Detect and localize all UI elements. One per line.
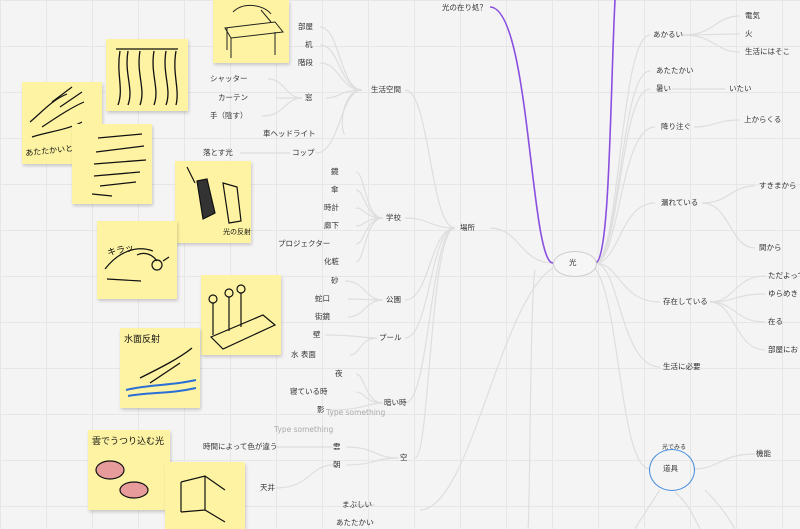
- sticky-note-kira[interactable]: キラッ: [97, 221, 177, 299]
- node-necessary[interactable]: 生活に必要: [663, 362, 701, 372]
- node-window[interactable]: 窓: [305, 93, 313, 103]
- node-hurts[interactable]: いたい: [729, 84, 752, 94]
- node-umbrella[interactable]: 傘: [331, 185, 339, 195]
- node-park[interactable]: 公園: [386, 295, 401, 305]
- node-pour[interactable]: 降り注ぐ: [661, 122, 691, 132]
- sticky-note-shadow[interactable]: 光の反射: [175, 161, 251, 243]
- node-mirror[interactable]: 鏡: [331, 167, 339, 177]
- sticky-note-lines[interactable]: [72, 124, 152, 204]
- tool-caption: 光でみる: [662, 444, 687, 451]
- node-desk[interactable]: 机: [305, 40, 313, 50]
- node-water-surface[interactable]: 水 表面: [291, 350, 316, 360]
- branch-place[interactable]: 場所: [460, 223, 475, 233]
- node-projector[interactable]: プロジェクター: [278, 239, 330, 249]
- node-wall[interactable]: 壁: [313, 330, 321, 340]
- node-sky[interactable]: 空: [400, 453, 408, 463]
- node-color-by-time[interactable]: 時間によって色が違う: [203, 442, 277, 452]
- center-label: 光: [569, 258, 577, 267]
- node-faucet[interactable]: 蛇口: [315, 294, 330, 304]
- node-function[interactable]: 機能: [756, 449, 771, 459]
- node-falling-light[interactable]: 落とす光: [203, 148, 233, 158]
- node-clock[interactable]: 時計: [324, 203, 339, 213]
- cloud-note-text: 雲でうつり込む光: [92, 437, 165, 447]
- node-tool[interactable]: 道具: [663, 464, 678, 474]
- node-room[interactable]: 部屋: [298, 22, 313, 32]
- node-in-room[interactable]: 部屋にお: [768, 345, 798, 355]
- node-drifting[interactable]: ただよって: [768, 271, 800, 281]
- node-fire[interactable]: 火: [745, 29, 753, 39]
- node-dazzling[interactable]: まぶしい: [342, 500, 372, 510]
- node-cloud[interactable]: 雲: [333, 442, 341, 452]
- kira-sketch-icon: [104, 248, 170, 282]
- node-pool[interactable]: プール: [379, 333, 402, 343]
- node-night[interactable]: 夜: [335, 369, 343, 379]
- light-reflect-text: 光の反射: [223, 228, 251, 236]
- node-sand[interactable]: 砂: [331, 276, 339, 286]
- sticky-note-faucet[interactable]: [201, 275, 281, 355]
- node-school[interactable]: 学校: [386, 213, 401, 223]
- node-morning[interactable]: 朝: [333, 460, 341, 470]
- node-cup[interactable]: コップ: [292, 148, 315, 158]
- node-bright[interactable]: あかるい: [653, 30, 683, 40]
- node-dark-time[interactable]: 暗い時: [384, 398, 407, 408]
- purple-link-root: [489, 6, 554, 264]
- node-hot[interactable]: 暑い: [656, 84, 671, 94]
- placeholder-node-2[interactable]: Type something: [274, 425, 333, 435]
- sticky-note-ceiling[interactable]: [165, 462, 245, 529]
- node-shutter[interactable]: シャッター: [210, 74, 248, 84]
- node-hallway[interactable]: 廊下: [324, 221, 339, 231]
- node-through-gap[interactable]: すきまから: [759, 181, 797, 191]
- node-stairs[interactable]: 階段: [298, 58, 313, 68]
- node-flicker[interactable]: ゆらめき: [768, 289, 798, 299]
- curtain-sketch-icon: [116, 48, 178, 106]
- lines-sketch-icon: [91, 133, 147, 197]
- node-street-mirror[interactable]: 街鏡: [315, 312, 330, 322]
- sticky-note-curtain[interactable]: [106, 39, 188, 111]
- node-leak[interactable]: 漏れている: [661, 198, 698, 208]
- node-headlight[interactable]: 車ヘッドライト: [263, 129, 316, 139]
- node-living-space[interactable]: 生活空間: [371, 85, 401, 95]
- node-sleeping[interactable]: 寝ている時: [290, 387, 328, 397]
- sticky-note-cloud[interactable]: 雲でうつり込む光: [88, 430, 170, 510]
- node-exist[interactable]: 存在している: [663, 297, 708, 307]
- root-question-label[interactable]: 光の在り処？: [442, 3, 487, 13]
- faucet-sketch-icon: [208, 284, 277, 350]
- node-ceiling[interactable]: 天井: [260, 483, 275, 493]
- node-between[interactable]: 間から: [759, 243, 782, 253]
- sticky-note-water[interactable]: 水面反射: [120, 328, 200, 408]
- placeholder-node-1[interactable]: Type something: [326, 408, 385, 418]
- node-warm[interactable]: あたたかい: [656, 66, 694, 76]
- node-makeup[interactable]: 化粧: [324, 257, 339, 267]
- node-curtain[interactable]: カーテン: [218, 93, 248, 103]
- node-from-above[interactable]: 上からくる: [744, 115, 781, 125]
- node-life-there[interactable]: 生活にはそこ: [745, 47, 790, 57]
- water-reflection-text: 水面反射: [124, 335, 161, 345]
- ceiling-sketch-icon: [180, 475, 226, 523]
- node-shadow[interactable]: 影: [317, 405, 325, 415]
- node-electric[interactable]: 電気: [745, 11, 760, 21]
- desk-sketch-icon: [224, 5, 284, 58]
- node-hand[interactable]: 手（陰す）: [210, 111, 248, 121]
- node-is-there[interactable]: 在る: [768, 317, 783, 327]
- node-warm-bottom[interactable]: あたたかい: [336, 518, 374, 528]
- sticky-note-desk[interactable]: [213, 0, 289, 63]
